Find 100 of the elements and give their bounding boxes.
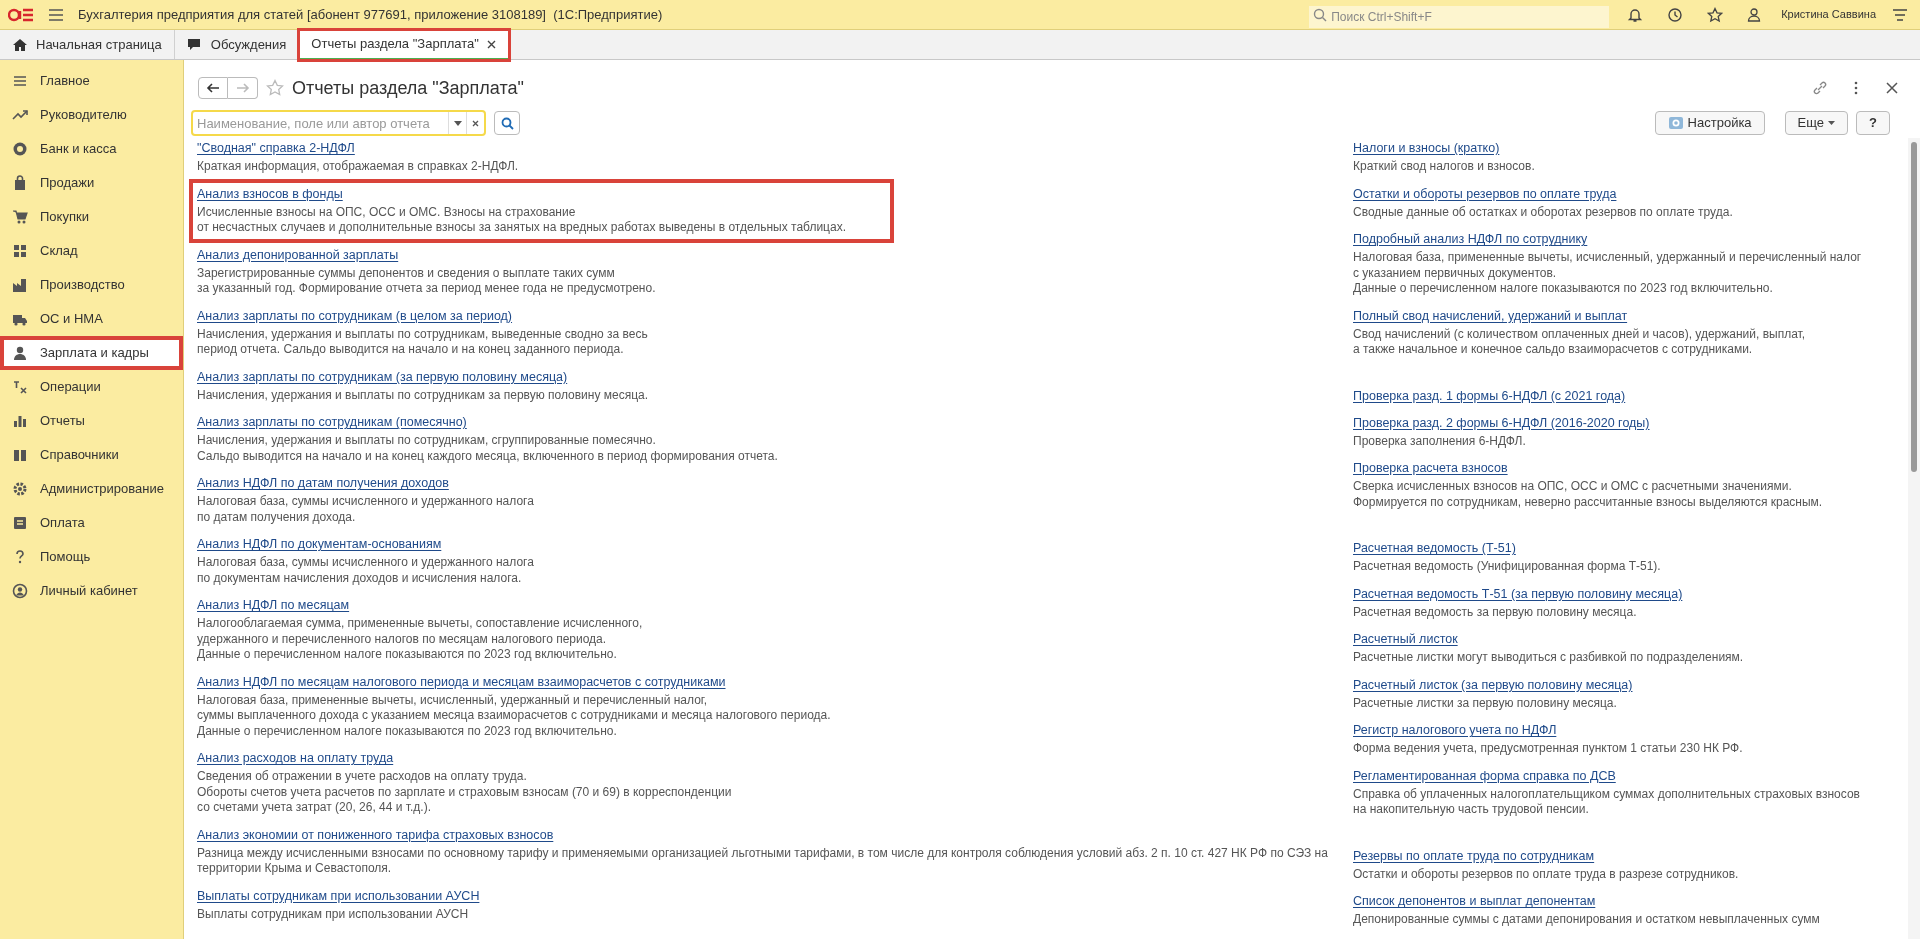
book-icon — [12, 447, 28, 463]
sidebar-item[interactable]: Администрирование — [0, 472, 183, 506]
sidebar-item[interactable]: Помощь — [0, 540, 183, 574]
sidebar-item[interactable]: Производство — [0, 268, 183, 302]
report-link[interactable]: Анализ НДФЛ по документам-основаниям — [197, 536, 442, 552]
settings-icon — [12, 481, 28, 497]
report-description: Краткая информация, отображаемая в справках 2-НДФЛ. — [197, 159, 519, 175]
close-icon — [1884, 80, 1900, 96]
menu-icon — [12, 73, 28, 89]
report-link[interactable]: Анализ зарплаты по сотрудникам (в целом за период) — [197, 307, 513, 324]
report-description: Свод начислений (с количеством оплаченных дней и часов), удержаний, выплат, а также начальное и конечное сальдо взаиморасчетов с сотрудниками. — [1353, 326, 1806, 358]
sidebar-item[interactable]: Склад — [0, 234, 183, 268]
report-link[interactable]: Расчетный листок — [1353, 631, 1458, 647]
coin-icon — [12, 141, 28, 157]
search-field[interactable]: Наименование, поле или автор отчета — [191, 110, 486, 136]
menu-icon — [48, 7, 64, 22]
report-link[interactable]: Полный свод начислений, удержаний и выплат — [1353, 307, 1628, 324]
settings-button[interactable]: Настройка — [1654, 111, 1765, 135]
report-description: Начисления, удержания и выплаты по сотрудникам за первую половину месяца. — [197, 387, 649, 403]
report-link[interactable]: Выплаты сотрудникам при использовании АУСН — [197, 887, 480, 904]
report-link[interactable]: "Сводная" справка 2-НДФЛ — [197, 140, 355, 156]
report-description: Начисления, удержания и выплаты по сотрудникам, сгруппированные помесячно. Сальдо выводится на начало и на конец каждого месяца, включенного в период формирования отчета. — [197, 433, 778, 464]
arrow-left-icon — [206, 83, 220, 93]
person-icon — [12, 345, 28, 361]
search-button[interactable] — [494, 111, 520, 135]
back-button[interactable] — [198, 77, 228, 99]
report-description: Разница между исчисленными взносами по основному тарифу и применяемыми организацией льготными тарифами, в том числе для контроля соблюдения условий абз. 2 п. 10 ст. 427 НК РФ по СЭЗ на территории Крыма и Севастополя. — [197, 845, 1329, 877]
report-link[interactable]: Анализ зарплаты по сотрудникам (за первую половину месяца) — [197, 368, 568, 385]
bag-icon — [12, 175, 28, 191]
report-link[interactable]: Список депонентов и выплат депонентам — [1353, 893, 1596, 909]
sidebar-item[interactable]: Продажи — [0, 166, 183, 200]
bar-chart-icon — [12, 413, 28, 429]
report-link[interactable]: Подробный анализ НДФЛ по сотруднику — [1353, 231, 1588, 247]
report-description: Расчетные листки за первую половину месяца. — [1353, 695, 1618, 711]
report-link[interactable]: Анализ депонированной зарплаты — [197, 246, 399, 263]
report-link[interactable]: Анализ расходов на оплату труда — [197, 750, 394, 766]
cart-icon — [12, 209, 28, 225]
report-description: Сверка исчисленных взносов на ОПС, ОСС и ОМС с расчетными значениями. Формируется по сотрудникам, неверно рассчитанные взносы выделяются красным. — [1353, 479, 1823, 510]
window-title: Бухгалтерия предприятия для статей [абонент 977691, приложение 3108189] (1С:Предприятие) — [78, 5, 663, 24]
tab[interactable]: Отчеты раздела "Зарплата" — [299, 30, 509, 60]
report-link[interactable]: Проверка разд. 2 формы 6-НДФЛ (2016-2020 годы) — [1353, 414, 1650, 431]
history-icon — [1667, 6, 1684, 23]
report-link[interactable]: Резервы по оплате труда по сотрудникам — [1353, 847, 1595, 864]
report-description: Начисления, удержания и выплаты по сотрудникам, выведенные сводно за весь период отчета. Сальдо выводится на начало и на конец заданного периода. — [197, 326, 648, 358]
sidebar-item[interactable]: Покупки — [0, 200, 183, 234]
report-link[interactable]: Расчетный листок (за первую половину месяца) — [1353, 676, 1633, 693]
grid-icon — [12, 243, 28, 259]
report-description: Форма ведения учета, предусмотренная пунктом 1 статьи 230 НК РФ. — [1353, 741, 1743, 757]
report-link[interactable]: Регламентированная форма справка по ДСВ — [1353, 767, 1616, 784]
report-link[interactable]: Проверка расчета взносов — [1353, 460, 1508, 476]
report-description: Налоговая база, суммы исчисленного и удержанного налога по датам получения дохода. — [197, 494, 534, 525]
report-link[interactable]: Анализ НДФЛ по датам получения доходов — [197, 475, 449, 491]
sidebar-item[interactable]: Зарплата и кадры — [0, 336, 183, 370]
global-search-field[interactable]: Поиск Ctrl+Shift+F — [1309, 5, 1610, 28]
report-description: Расчетная ведомость (Унифицированная форма Т-51). — [1353, 559, 1661, 575]
report-description: Справка об уплаченных налогоплательщиком суммах дополнительных страховых взносов на накопительную часть трудовой пенсии. — [1353, 786, 1860, 818]
more-button[interactable]: Еще — [1784, 111, 1849, 135]
sidebar-item[interactable]: Отчеты — [0, 404, 183, 438]
search-icon — [500, 116, 514, 130]
link-icon — [1812, 80, 1828, 96]
report-description: Расчетная ведомость за первую половину месяца. — [1353, 604, 1638, 620]
report-description: Остатки и обороты резервов по оплате труда в разрезе сотрудников. — [1353, 866, 1739, 882]
close-icon — [472, 119, 479, 127]
sidebar-item[interactable]: Личный кабинет — [0, 574, 183, 608]
report-description: Сведения об отражении в учете расходов на оплату труда. Обороты счетов учета расчетов по зарплате и страховым взносам (70 и 69) в корреспонденции со счетами учета затрат (20, 26, 44 и т.д.). — [197, 769, 732, 816]
report-link[interactable]: Анализ экономии от пониженного тарифа страховых взносов — [197, 826, 554, 843]
sidebar-item[interactable]: Операции — [0, 370, 183, 404]
report-description: Расчетные листки могут выводиться с разбивкой по подразделениям. — [1353, 650, 1744, 666]
sidebar-item[interactable]: Оплата — [0, 506, 183, 540]
report-description: Налоговая база, примененные вычеты, исчисленный, удержанный и перечисленный налог с указанием первичных документов. Данные о перечисленном налоге показываются по 2023 год включительно. — [1353, 250, 1862, 297]
scrollbar[interactable] — [1908, 138, 1920, 939]
report-link[interactable]: Остатки и обороты резервов по оплате труда — [1353, 185, 1617, 202]
scrollbar-thumb[interactable] — [1911, 142, 1917, 472]
report-link[interactable]: Расчетная ведомость (Т-51) — [1353, 540, 1516, 556]
arrow-right-icon — [235, 83, 250, 93]
settings-icon — [1667, 116, 1684, 130]
sidebar-item[interactable]: Руководителю — [0, 98, 183, 132]
report-description: Исчисленные взносы на ОПС, ОСС и ОМС. Взносы на страхование от несчастных случаев и дополнительные взносы за занятых на вредных работах выведены в отдельных таблицах. — [197, 204, 847, 236]
operations-icon — [12, 379, 28, 395]
help-button[interactable]: ? — [1856, 111, 1890, 135]
report-link[interactable]: Анализ взносов в фонды — [197, 185, 343, 202]
report-link[interactable]: Расчетная ведомость Т-51 (за первую половину месяца) — [1353, 585, 1683, 602]
report-link[interactable]: Налоги и взносы (кратко) — [1353, 140, 1500, 156]
report-link[interactable]: Анализ зарплаты по сотрудникам (помесячно) — [197, 414, 467, 430]
sidebar-item[interactable]: Банк и касса — [0, 132, 183, 166]
sidebar-item[interactable]: Справочники — [0, 438, 183, 472]
report-link[interactable]: Анализ НДФЛ по месяцам — [197, 597, 350, 613]
sidebar-item[interactable]: Главное — [0, 64, 183, 98]
report-description: Краткий свод налогов и взносов. — [1353, 159, 1535, 175]
report-description: Выплаты сотрудникам при использовании АУСН — [197, 906, 470, 922]
account-icon — [12, 583, 28, 599]
report-link[interactable]: Анализ НДФЛ по месяцам налогового периода и месяцам взаиморасчетов с сотрудниками — [197, 673, 726, 690]
report-link[interactable]: Регистр налогового учета по НДФЛ — [1353, 722, 1557, 738]
report-link[interactable]: Проверка разд. 1 формы 6-НДФЛ (с 2021 года) — [1353, 387, 1626, 404]
report-description: Налоговая база, суммы исчисленного и удержанного налога по документам начисления доходов и исчисления налога. — [197, 555, 534, 586]
star-icon — [1707, 6, 1724, 23]
sidebar-item[interactable]: ОС и НМА — [0, 302, 183, 336]
user-name: Кристина Саввина — [1781, 7, 1876, 23]
search-icon — [1313, 7, 1328, 22]
close-icon — [486, 39, 496, 49]
